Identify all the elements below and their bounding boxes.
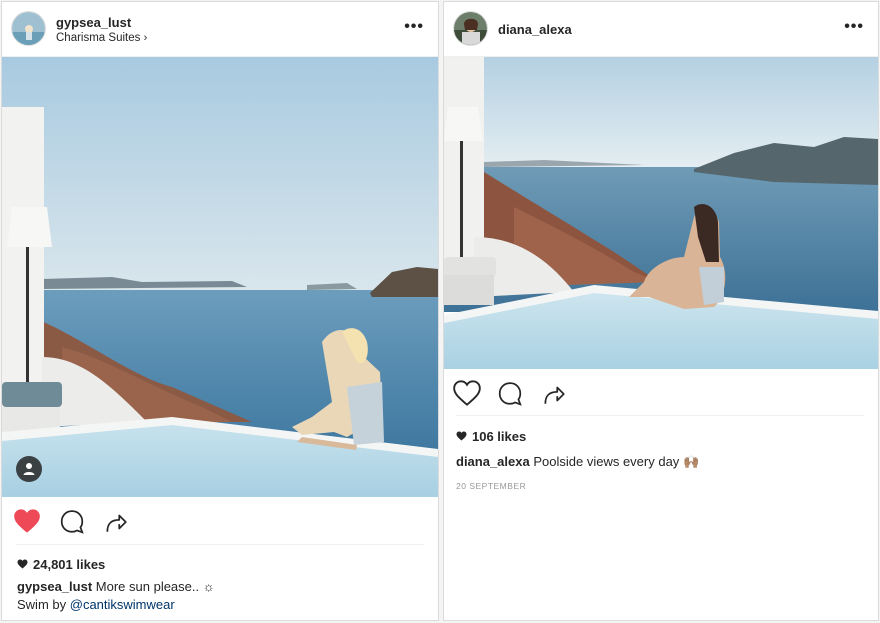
mention-link[interactable]: @cantikswimwear [70, 597, 175, 612]
action-bar [444, 373, 878, 413]
post-card-gypsea: gypsea_lust Charisma Suites › ••• 24,801… [1, 1, 439, 621]
action-bar [2, 502, 438, 542]
caption-username[interactable]: gypsea_lust [17, 579, 92, 594]
post-card-diana: diana_alexa ••• 106 likes diana_alexa Po… [443, 1, 879, 621]
likes-label: 106 likes [472, 429, 527, 444]
post-photo[interactable] [444, 57, 878, 369]
username[interactable]: gypsea_lust [56, 15, 131, 30]
more-icon[interactable]: ••• [844, 18, 864, 36]
share-icon[interactable] [103, 509, 129, 540]
username[interactable]: diana_alexa [498, 22, 572, 37]
location-link[interactable]: Charisma Suites › [56, 32, 147, 44]
small-heart-icon [456, 429, 467, 444]
post-photo[interactable] [2, 57, 438, 497]
caption-text: Poolside views every day [533, 454, 680, 469]
caption-text: More sun please.. ☼ [95, 579, 215, 594]
comment-icon[interactable] [59, 509, 85, 540]
more-icon[interactable]: ••• [404, 18, 424, 36]
raised-hands-emoji: 🙌🏽 [682, 454, 700, 469]
avatar[interactable] [11, 11, 46, 46]
post-header: diana_alexa ••• [444, 2, 878, 57]
caption: diana_alexa Poolside views every day 🙌🏽 [456, 453, 866, 471]
location-label: Charisma Suites [56, 32, 141, 44]
likes-label: 24,801 likes [33, 557, 106, 572]
caption: gypsea_lust More sun please.. ☼ Swim by … [17, 578, 427, 614]
chevron-right-icon: › [143, 32, 148, 44]
user-tag-icon[interactable] [21, 461, 37, 477]
divider [456, 415, 864, 416]
share-icon[interactable] [541, 381, 567, 412]
caption-line2: Swim by [17, 597, 67, 612]
post-header: gypsea_lust Charisma Suites › ••• [2, 2, 438, 57]
heart-icon[interactable] [453, 380, 481, 411]
avatar[interactable] [453, 11, 488, 46]
likes-count[interactable]: 24,801 likes [17, 557, 105, 572]
caption-username[interactable]: diana_alexa [456, 454, 530, 469]
post-date: 20 SEPTEMBER [456, 481, 527, 491]
small-heart-icon [17, 557, 28, 572]
divider [16, 544, 424, 545]
heart-icon[interactable] [13, 508, 41, 539]
likes-count[interactable]: 106 likes [456, 429, 526, 444]
comment-icon[interactable] [497, 381, 523, 412]
